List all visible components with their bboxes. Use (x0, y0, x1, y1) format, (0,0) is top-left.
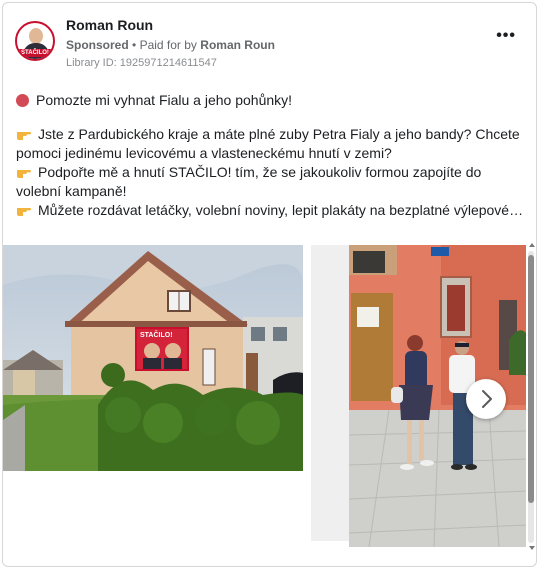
media-carousel[interactable]: STAČILO! (3, 245, 536, 549)
library-id: Library ID: 1925971214611547 (66, 57, 217, 69)
body-line-3: Podpořte mě a hnutí STAČILO! tím, že se … (16, 164, 482, 199)
avatar[interactable]: STAČILO! (15, 21, 55, 61)
paid-for-by-name: Roman Roun (200, 38, 275, 52)
house-photo: STAČILO! (3, 245, 303, 471)
ad-card: STAČILO! Roman Roun Sponsored • Paid for… (2, 2, 537, 567)
carousel-next-button[interactable] (466, 379, 506, 419)
more-options-icon[interactable]: ••• (496, 27, 516, 45)
billboard-text: STAČILO! (140, 330, 173, 339)
author-name[interactable]: Roman Roun (66, 17, 153, 33)
avatar-band: STAČILO! (17, 49, 53, 57)
carousel-spacer (311, 245, 349, 541)
pointing-hand-icon (17, 132, 31, 140)
scroll-up-arrow-icon[interactable] (529, 243, 535, 247)
scroll-down-arrow-icon[interactable] (529, 546, 535, 550)
body-line-1: Pomozte mi vyhnat Fialu a jeho pohůnky! (16, 91, 526, 110)
sponsored-label: Sponsored (66, 38, 129, 52)
pointing-hand-icon (17, 208, 31, 216)
paid-for-by-label: Paid for by (139, 38, 197, 52)
avatar-face (29, 28, 43, 44)
post-header: STAČILO! Roman Roun Sponsored • Paid for… (15, 17, 524, 77)
pointing-hand-icon (17, 170, 31, 178)
scrollbar-thumb[interactable] (528, 255, 534, 503)
separator: • (132, 38, 137, 52)
body-line-2: Jste z Pardubického kraje a máte plné zu… (16, 126, 520, 161)
red-circle-icon (16, 94, 29, 107)
post-body: Pomozte mi vyhnat Fialu a jeho pohůnky! … (16, 91, 526, 220)
scrollbar-track[interactable] (528, 251, 534, 543)
body-line-4: Můžete rozdávat letáčky, volební noviny,… (16, 201, 526, 220)
sponsored-line: Sponsored • Paid for by Roman Roun (66, 38, 275, 52)
chevron-right-icon (482, 390, 492, 408)
carousel-image-house[interactable]: STAČILO! (3, 245, 303, 471)
